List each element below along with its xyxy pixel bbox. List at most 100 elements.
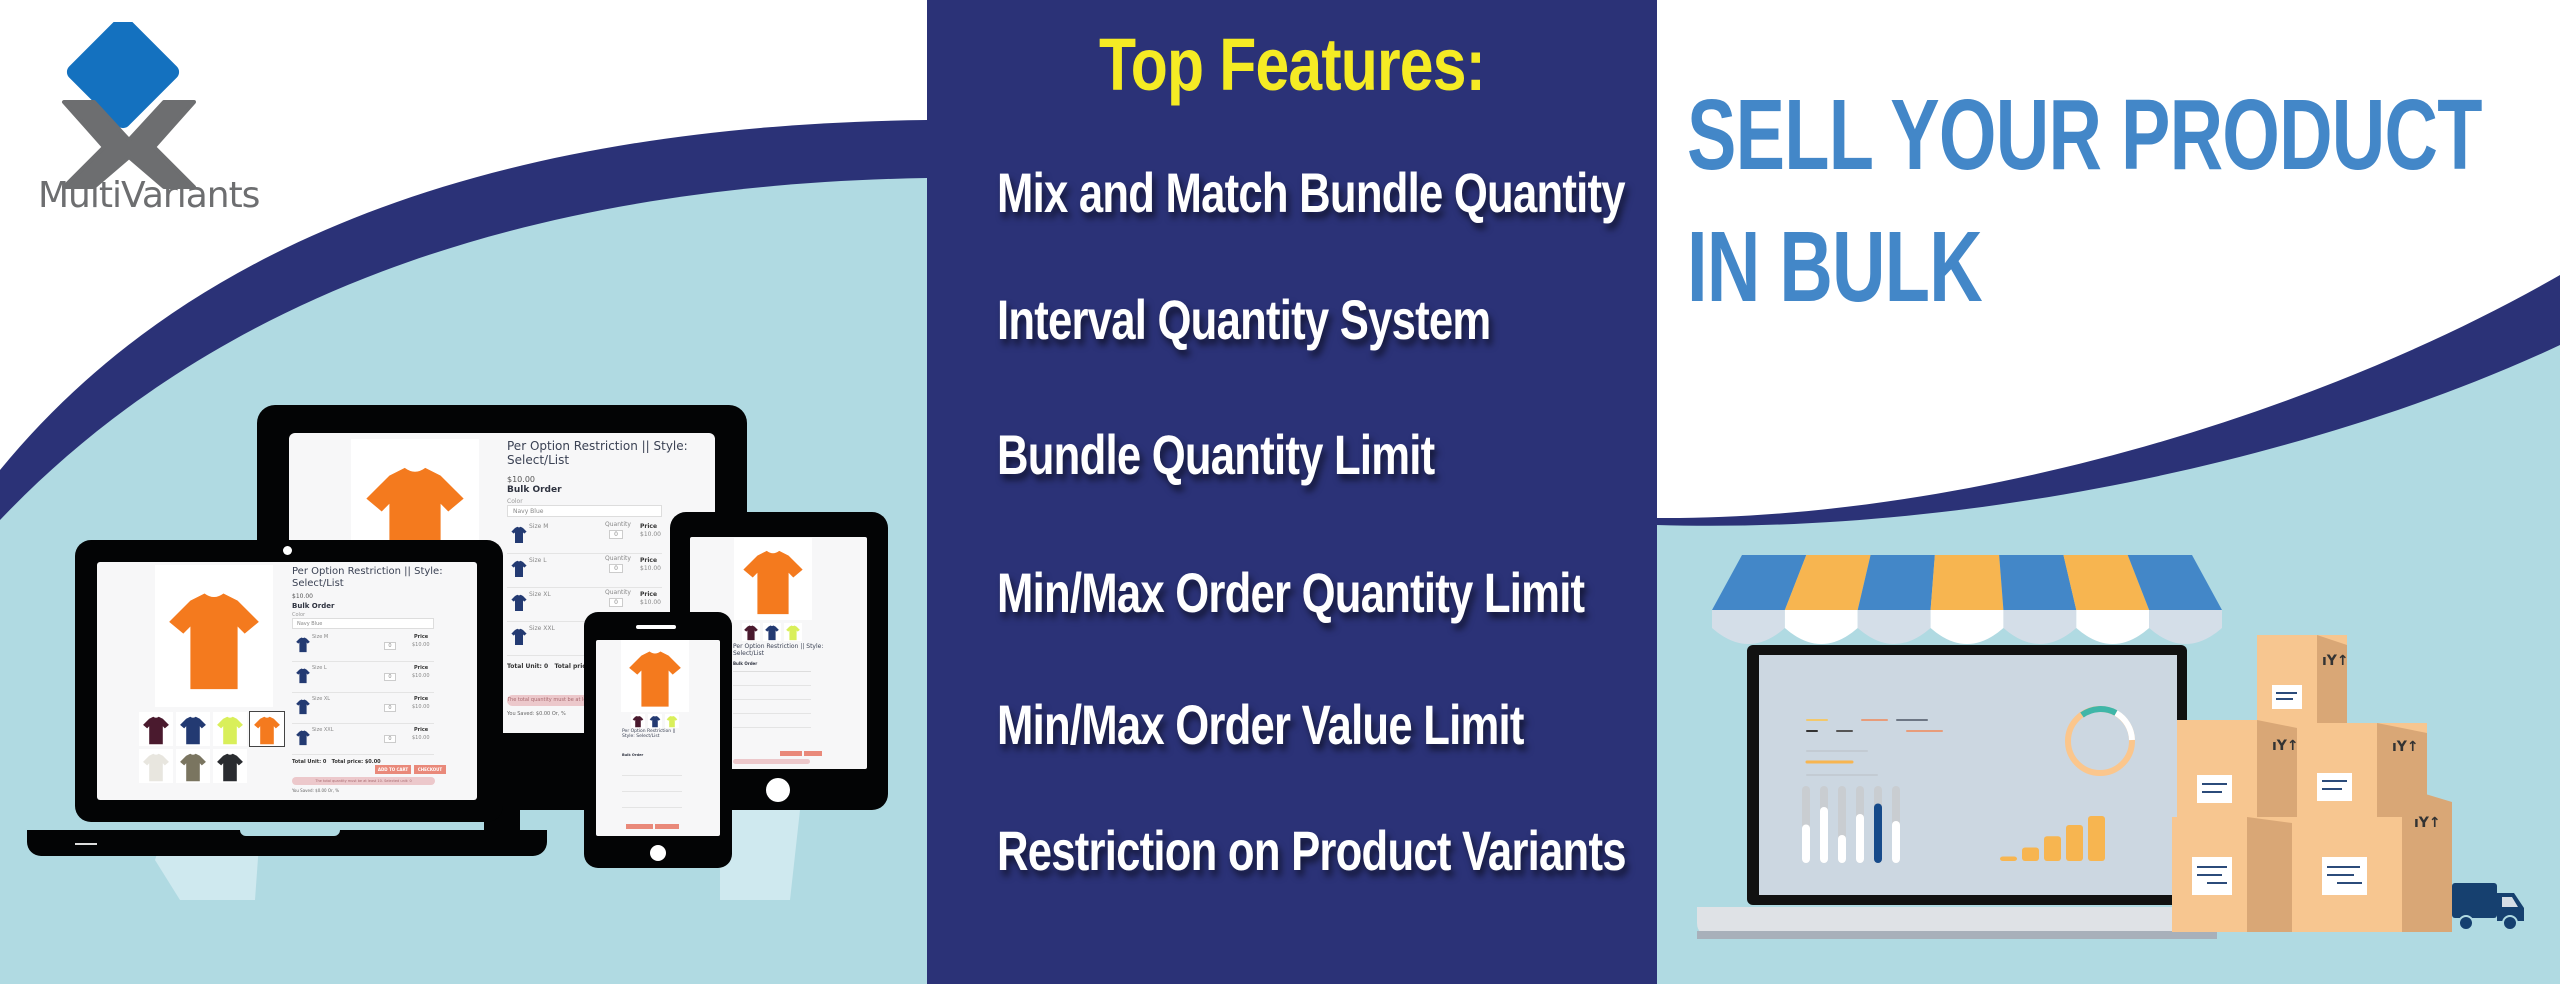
feature-item: Bundle Quantity Limit <box>997 423 1435 486</box>
left-showcase-panel: MultiVariants Per Option Restriction || … <box>0 0 927 984</box>
dashboard-bar <box>1838 835 1846 863</box>
awning-scallop <box>1712 610 1785 644</box>
headline-line-1: SELL YOUR PRODUCT <box>1687 79 2482 191</box>
box: ıY↑ <box>2177 720 2307 825</box>
color-swatch[interactable] <box>742 623 760 641</box>
quantity-input[interactable]: 0 <box>384 735 396 743</box>
add-to-cart-button[interactable] <box>780 751 802 756</box>
tshirt-orange-icon <box>169 593 259 690</box>
growth-bar <box>2066 825 2083 861</box>
awning-stripe <box>1857 555 1935 610</box>
color-swatch[interactable] <box>176 749 210 783</box>
product-image <box>621 640 689 712</box>
home-button[interactable] <box>766 778 790 802</box>
color-swatch[interactable] <box>176 712 210 746</box>
tshirt-icon <box>666 715 678 728</box>
checkout-button[interactable] <box>655 824 679 829</box>
svg-text:ıY↑: ıY↑ <box>2272 738 2299 754</box>
checkout-button[interactable]: CHECKOUT <box>414 765 446 774</box>
tshirt-icon <box>143 753 169 782</box>
tshirt-icon <box>254 716 280 745</box>
tshirt-icon <box>217 716 243 745</box>
quantity-input[interactable]: 0 <box>609 564 623 573</box>
feature-item: Restriction on Product Variants <box>997 819 1626 882</box>
tshirt-navy-icon <box>511 628 527 645</box>
camera-dot <box>283 546 292 555</box>
quantity-input[interactable]: 0 <box>384 704 396 712</box>
variant-row: Size L 0 Price $10.00 <box>292 663 434 693</box>
tshirt-icon <box>765 625 779 641</box>
color-select[interactable]: Navy Blue <box>507 505 662 517</box>
add-to-cart-button[interactable] <box>626 824 653 829</box>
bulk-order-label: Bulk Order <box>292 602 335 610</box>
saved-text: You Saved: $0.00 Or, % <box>292 788 340 793</box>
bulk-order-label: Bulk Order <box>622 753 644 757</box>
svg-text:ıY↑: ıY↑ <box>2414 815 2441 831</box>
product-title: Per Option Restriction || Style: Select/… <box>622 729 676 740</box>
color-swatch[interactable] <box>631 714 645 728</box>
features-title: Top Features: <box>1098 23 1486 106</box>
awning-scallop <box>1784 610 1858 644</box>
tshirt-icon <box>744 625 758 641</box>
tshirt-icon <box>786 625 800 641</box>
quantity-input[interactable]: 0 <box>384 642 396 650</box>
quantity-input[interactable]: 0 <box>384 673 396 681</box>
color-label: Color <box>507 498 523 505</box>
growth-bar <box>2044 836 2061 861</box>
awning <box>1712 555 2222 644</box>
svg-text:ıY↑: ıY↑ <box>2392 739 2419 755</box>
headline-line-2: IN BULK <box>1687 211 1983 323</box>
color-swatches <box>139 711 289 798</box>
tshirt-navy-icon <box>296 637 310 653</box>
storefront-illustration: ıY↑ ıY↑ ıY↑ ıY↑ <box>1697 555 2524 939</box>
color-swatch[interactable] <box>249 711 285 747</box>
tshirt-icon <box>180 716 206 745</box>
feature-item: Interval Quantity System <box>997 288 1491 351</box>
color-swatch[interactable] <box>139 712 173 746</box>
awning-scallop <box>1857 610 1931 644</box>
color-swatch[interactable] <box>763 623 781 641</box>
tshirt-navy-icon <box>511 560 527 577</box>
color-select[interactable]: Navy Blue <box>292 618 434 629</box>
variant-list <box>622 760 682 822</box>
awning-scallop <box>2076 610 2150 644</box>
color-swatch[interactable] <box>648 714 662 728</box>
color-swatch[interactable] <box>784 623 802 641</box>
variant-row: Size M Quantity 0 Price $10.00 <box>507 521 662 554</box>
checkout-button[interactable] <box>804 751 822 756</box>
quantity-input[interactable]: 0 <box>609 598 623 607</box>
color-swatch[interactable] <box>139 749 173 783</box>
quantity-alert <box>733 759 810 764</box>
laptop-notch <box>240 828 340 836</box>
home-button[interactable] <box>650 845 666 861</box>
tshirt-navy-icon <box>296 730 310 746</box>
tshirt-navy-icon <box>296 668 310 684</box>
awning-scallop <box>2149 610 2222 644</box>
tshirt-icon <box>180 753 206 782</box>
tshirt-navy-icon <box>296 699 310 715</box>
bulk-order-label: Bulk Order <box>507 485 562 495</box>
color-swatch[interactable] <box>213 712 247 746</box>
tshirt-icon <box>217 753 243 782</box>
variant-row: Size XL 0 Price $10.00 <box>292 694 434 724</box>
quantity-input[interactable]: 0 <box>609 530 623 539</box>
dashboard-bar <box>1856 814 1864 863</box>
laptop-screen: Per Option Restriction || Style: Select/… <box>97 562 477 800</box>
variant-row: Size M 0 Price $10.00 <box>292 632 434 662</box>
feature-item: Min/Max Order Quantity Limit <box>997 561 1585 624</box>
shipping-boxes: ıY↑ ıY↑ ıY↑ ıY↑ <box>2172 635 2452 932</box>
box <box>2172 817 2292 932</box>
product-title: Per Option Restriction || Style: Select/… <box>292 566 443 589</box>
dashboard-bar <box>1874 803 1882 863</box>
tshirt-navy-icon <box>511 526 527 543</box>
color-swatch[interactable] <box>213 749 247 783</box>
laptop: Per Option Restriction || Style: Select/… <box>75 540 503 822</box>
svg-text:ıY↑: ıY↑ <box>2322 653 2349 669</box>
saved-text: You Saved: $0.00 Or, % <box>507 711 566 717</box>
color-swatch[interactable] <box>665 714 679 728</box>
right-hero-panel: SELL YOUR PRODUCT IN BULK ıY↑ ıY↑ ıY↑ ıY… <box>1657 0 2560 984</box>
delivery-truck-icon <box>2452 883 2524 931</box>
phone-screen: Per Option Restriction || Style: Select/… <box>596 640 720 836</box>
feature-item: Min/Max Order Value Limit <box>997 693 1524 756</box>
add-to-cart-button[interactable]: ADD TO CART <box>375 765 411 774</box>
